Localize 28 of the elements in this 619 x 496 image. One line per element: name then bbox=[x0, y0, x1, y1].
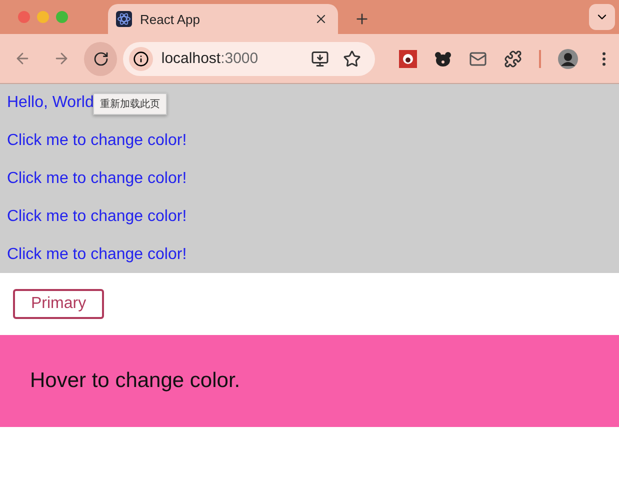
color-text[interactable]: Click me to change color! bbox=[7, 244, 187, 273]
atom-icon bbox=[116, 11, 132, 27]
hover-box[interactable]: Hover to change color. bbox=[0, 335, 619, 427]
bear-icon[interactable] bbox=[434, 50, 452, 66]
extension-icon[interactable] bbox=[399, 50, 418, 68]
install-app-icon[interactable] bbox=[311, 50, 330, 68]
color-text[interactable]: Click me to change color! bbox=[7, 206, 187, 236]
color-text[interactable]: Click me to change color! bbox=[7, 168, 187, 198]
url-port: :3000 bbox=[220, 50, 258, 67]
tab-list-button[interactable] bbox=[589, 4, 615, 30]
url-host: localhost bbox=[161, 50, 221, 67]
color-text[interactable]: Click me to change color! bbox=[7, 130, 187, 160]
reload-icon bbox=[92, 50, 109, 66]
new-tab-button[interactable] bbox=[354, 11, 370, 27]
tab-title: React App bbox=[140, 12, 201, 26]
bookmark-star-icon[interactable] bbox=[343, 50, 362, 68]
color-text[interactable]: Hello, World bbox=[7, 92, 94, 122]
puzzle-icon[interactable] bbox=[504, 50, 522, 68]
tooltip: 重新加载此页 bbox=[93, 93, 167, 115]
address-bar[interactable]: localhost:3000 bbox=[123, 42, 376, 76]
reload-button[interactable] bbox=[84, 42, 118, 76]
browser-tab[interactable]: React App bbox=[108, 4, 338, 34]
info-icon[interactable] bbox=[129, 46, 154, 70]
avatar-icon[interactable] bbox=[558, 48, 578, 68]
primary-button[interactable]: Primary bbox=[13, 289, 104, 319]
mail-icon[interactable] bbox=[469, 50, 488, 68]
hover-text: Hover to change color. bbox=[30, 369, 240, 393]
close-icon[interactable] bbox=[314, 12, 328, 26]
